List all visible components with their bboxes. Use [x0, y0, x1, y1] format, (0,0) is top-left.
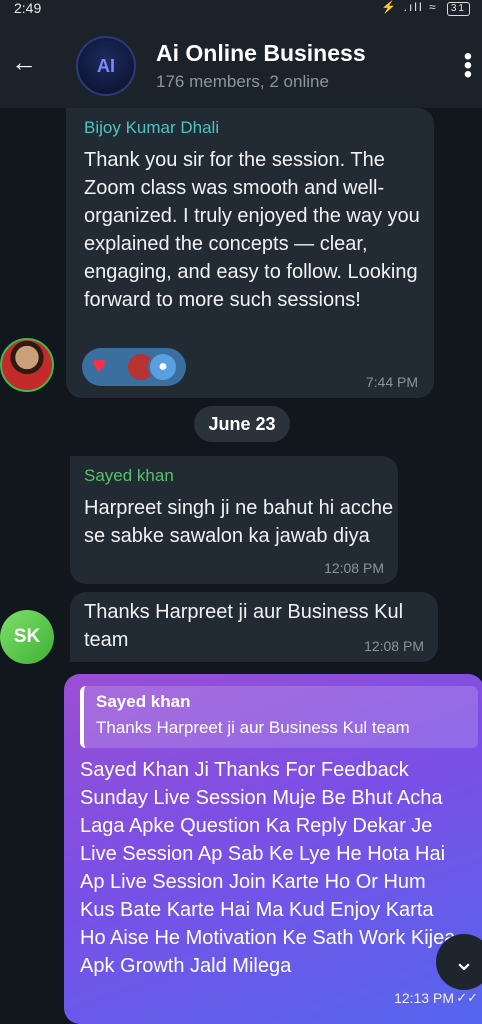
group-avatar[interactable]: AI — [76, 36, 136, 96]
status-time: 2:49 — [14, 0, 42, 16]
message-time: 12:13 PM — [394, 990, 454, 1006]
member-count: 176 members, 2 online — [156, 72, 329, 91]
sender-avatar-photo[interactable] — [0, 338, 54, 392]
sender-name[interactable]: Sayed khan — [84, 466, 174, 486]
date-separator: June 23 — [194, 406, 290, 442]
message-bubble[interactable]: Thanks Harpreet ji aur Business Kul team… — [70, 592, 438, 662]
reply-preview[interactable]: Sayed khan Thanks Harpreet ji aur Busine… — [80, 686, 478, 748]
heart-icon: ♥ — [92, 352, 107, 379]
message-time: 7:44 PM — [365, 374, 418, 390]
message-text: Sayed Khan Ji Thanks For Feedback Sunday… — [80, 759, 456, 977]
outgoing-message-bubble[interactable]: Sayed khan Thanks Harpreet ji aur Busine… — [64, 674, 482, 1024]
message-bubble[interactable]: Sayed khan Harpreet singh ji ne bahut hi… — [70, 456, 398, 584]
message-time: 12:08 PM — [324, 560, 384, 576]
status-bar: 2:49 ⚡ .ıll ≈ 31 — [0, 0, 482, 22]
status-icons: ⚡ .ıll ≈ 31 — [381, 0, 470, 16]
sender-name[interactable]: Bijoy Kumar Dhali — [84, 118, 219, 138]
message-time: 12:08 PM — [364, 638, 424, 654]
message-text: Thank you sir for the session. The Zoom … — [84, 149, 420, 311]
back-arrow-icon[interactable]: ← — [8, 46, 40, 78]
chat-header: ← AI Ai Online Business 176 members, 2 o… — [0, 22, 482, 108]
group-title[interactable]: Ai Online Business — [156, 40, 366, 67]
battery-icon: 31 — [446, 2, 470, 16]
reply-sender-name: Sayed khan — [96, 692, 191, 711]
read-receipt-icon: ✓✓ — [456, 990, 478, 1005]
chat-area[interactable]: Bijoy Kumar Dhali Thank you sir for the … — [0, 108, 482, 1024]
user-icon: ● — [148, 352, 178, 382]
reaction-bar[interactable]: ♥ ● — [82, 348, 186, 386]
more-options-icon[interactable]: • • • — [458, 45, 478, 87]
message-text: Harpreet singh ji ne bahut hi acche se s… — [84, 497, 394, 547]
sender-avatar-initials[interactable]: SK — [0, 610, 54, 664]
signal-icons: ⚡ .ıll ≈ — [381, 0, 438, 14]
reply-text: Thanks Harpreet ji aur Business Kul team — [96, 718, 410, 737]
